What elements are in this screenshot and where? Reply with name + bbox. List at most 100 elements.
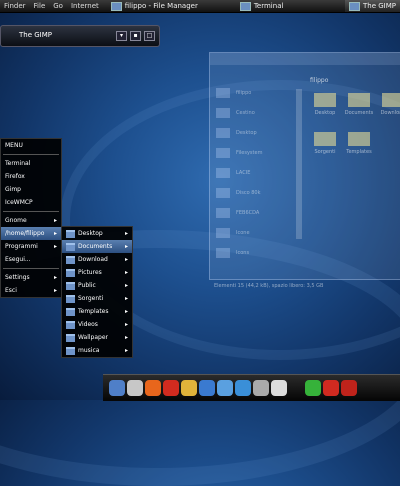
folder-icon (66, 294, 75, 303)
submenu-arrow-icon: ▸ (124, 321, 128, 328)
task-gimp[interactable]: The GIMP (345, 0, 400, 12)
submenu-item-label: musica (78, 347, 100, 354)
task-label: The GIMP (363, 2, 396, 10)
menu-item-label: Esci (5, 287, 17, 294)
submenu-item[interactable]: Download ▸ (62, 253, 132, 266)
submenu-item[interactable]: Desktop ▸ (62, 227, 132, 240)
task-terminal[interactable]: Terminal (236, 0, 288, 12)
maximize-button[interactable]: ▪ (130, 31, 141, 41)
menu-item[interactable]: MENU (1, 139, 61, 152)
submenu-item-label: Wallpaper (78, 334, 109, 341)
submenu-item[interactable]: Documents ▸ (62, 240, 132, 253)
drive-icon (216, 168, 230, 178)
folder-icon[interactable] (109, 380, 125, 396)
path-button[interactable]: filippo (310, 77, 328, 84)
submenu-item[interactable]: Public ▸ (62, 279, 132, 292)
submenu-item[interactable]: musica ▸ (62, 344, 132, 357)
menu-item-label: Firefox (5, 173, 25, 180)
sidebar-item[interactable]: LACIE (216, 163, 286, 183)
submenu-item[interactable]: Pictures ▸ (62, 266, 132, 279)
power-icon[interactable] (341, 380, 357, 396)
menu-item[interactable]: Esci ▸ (1, 284, 61, 297)
drive-icon (216, 228, 230, 238)
submenu-item-label: Videos (78, 321, 98, 328)
sidebar-item-label: Cestino (236, 110, 255, 116)
menu-item-label: Programmi (5, 243, 38, 250)
menu-item[interactable]: Terminal (1, 157, 61, 170)
sidebar-item-label: Desktop (236, 130, 257, 136)
gimp-window-titlebar[interactable]: The GIMP ▾ ▪ □ (0, 25, 160, 47)
file-item[interactable]: Download (378, 93, 400, 116)
menu-internet[interactable]: Internet (67, 2, 103, 10)
menu-item-label: Settings (5, 274, 30, 281)
sidebar-item[interactable]: Desktop (216, 123, 286, 143)
update-icon[interactable] (305, 380, 321, 396)
minimize-button[interactable]: ▾ (116, 31, 127, 41)
chat-icon[interactable] (271, 380, 287, 396)
sidebar-item-label: Icone (236, 230, 250, 236)
file-manager-titlebar[interactable] (210, 53, 400, 65)
window-title: The GIMP (19, 31, 52, 39)
media-icon[interactable] (235, 380, 251, 396)
sidebar-item-label: filippo (236, 90, 252, 96)
sidebar-item[interactable]: Filesystem (216, 143, 286, 163)
submenu-item[interactable]: Sorgenti ▸ (62, 292, 132, 305)
shutdown-icon[interactable] (323, 380, 339, 396)
file-item[interactable]: Sorgenti (310, 132, 340, 155)
menu-item[interactable]: IceWMCP (1, 196, 61, 209)
folder-icon (66, 255, 75, 264)
main-menu: MENU Terminal Firefox Gimp IceWMCP Gnome ▸/hom… (0, 138, 62, 298)
file-item[interactable]: Templates (344, 132, 374, 155)
menu-item[interactable]: Firefox (1, 170, 61, 183)
folder-icon (348, 132, 370, 146)
scrollbar[interactable] (296, 89, 302, 239)
menu-item-label: /home/filippo (5, 230, 45, 237)
submenu-item[interactable]: Videos ▸ (62, 318, 132, 331)
menu-item[interactable]: /home/filippo ▸ (1, 227, 61, 240)
close-button[interactable]: □ (144, 31, 155, 41)
terminal-icon[interactable] (127, 380, 143, 396)
music-icon[interactable] (181, 380, 197, 396)
file-item[interactable]: Documents (344, 93, 374, 116)
submenu-arrow-icon: ▸ (53, 274, 57, 281)
submenu-item-label: Public (78, 282, 96, 289)
menu-item[interactable]: Programmi ▸ (1, 240, 61, 253)
menu-file[interactable]: File (30, 2, 50, 10)
video-icon[interactable] (217, 380, 233, 396)
sidebar-item[interactable]: filippo (216, 83, 286, 103)
file-item-label: Sorgenti (314, 149, 336, 155)
submenu-item[interactable]: Wallpaper ▸ (62, 331, 132, 344)
submenu-arrow-icon: ▸ (53, 217, 57, 224)
sidebar-item[interactable]: FEB6CDA (216, 203, 286, 223)
sidebar-item[interactable]: Disco 80k (216, 183, 286, 203)
menu-item[interactable]: Esegui... (1, 253, 61, 266)
sidebar: filippo Cestino Desktop Filesystem LACIE Disc… (216, 83, 286, 263)
menu-item[interactable]: Settings ▸ (1, 271, 61, 284)
sidebar-item[interactable]: Cestino (216, 103, 286, 123)
disk-icon[interactable] (253, 380, 269, 396)
menu-item[interactable]: Gimp (1, 183, 61, 196)
gimp-icon (349, 1, 360, 11)
menu-separator (3, 211, 59, 212)
opera-icon[interactable] (163, 380, 179, 396)
menu-finder[interactable]: Finder (0, 2, 30, 10)
menu-go[interactable]: Go (49, 2, 67, 10)
submenu-arrow-icon: ▸ (124, 230, 128, 237)
menu-item-label: Gimp (5, 186, 21, 193)
terminal-icon (239, 1, 251, 11)
submenu-arrow-icon: ▸ (53, 287, 57, 294)
file-item[interactable]: Desktop (310, 93, 340, 116)
thunderbird-icon[interactable] (199, 380, 215, 396)
sidebar-item[interactable]: Icone (216, 223, 286, 243)
drive-icon (216, 248, 230, 258)
task-file-manager[interactable]: filippo - File Manager (107, 0, 202, 12)
sidebar-item[interactable]: Icons (216, 243, 286, 263)
firefox-icon[interactable] (145, 380, 161, 396)
menu-separator (3, 154, 59, 155)
submenu-arrow-icon: ▸ (124, 347, 128, 354)
submenu-item-label: Download (78, 256, 108, 263)
drive-icon (216, 88, 230, 98)
menu-item[interactable]: Gnome ▸ (1, 214, 61, 227)
sidebar-item-label: FEB6CDA (236, 210, 260, 216)
submenu-item[interactable]: Templates ▸ (62, 305, 132, 318)
